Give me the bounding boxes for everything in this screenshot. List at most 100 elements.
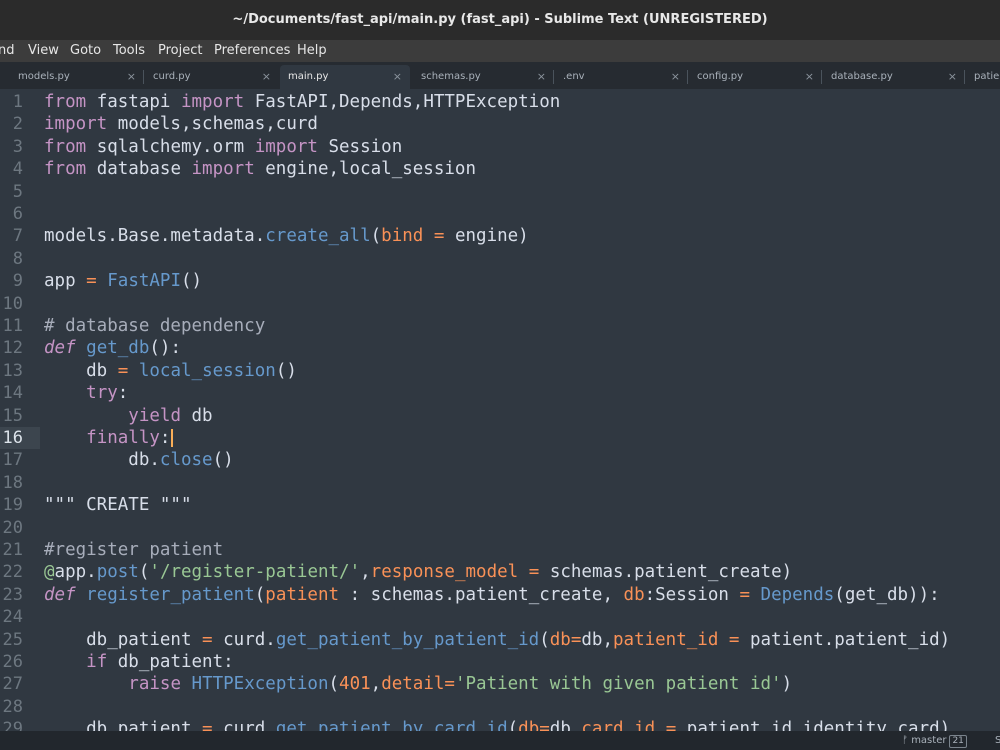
code-text: yield db	[44, 405, 212, 427]
code-token: register_patient	[86, 584, 255, 605]
tab-patient[interactable]: patie	[966, 65, 1000, 89]
code-line[interactable]: 26 if db_patient:	[0, 651, 1000, 673]
code-line[interactable]: 8	[0, 248, 1000, 270]
code-line[interactable]: 29 db_patient = curd.get_patient_by_card…	[0, 718, 1000, 731]
line-gutter: 29	[0, 718, 40, 731]
code-token: =	[444, 674, 455, 695]
git-branch-status[interactable]: ᚠ master 21	[902, 731, 967, 750]
code-line[interactable]: 3 from sqlalchemy.orm import Session	[0, 136, 1000, 158]
menu-preferences[interactable]: Preferences	[214, 40, 290, 62]
code-token: import	[254, 136, 318, 157]
code-line[interactable]: 9 app = FastAPI()	[0, 270, 1000, 292]
code-text: import models,schemas,curd	[44, 113, 318, 135]
code-token: def	[44, 338, 76, 359]
code-line[interactable]: 20	[0, 517, 1000, 539]
code-token: database	[86, 159, 192, 180]
code-token: curd.	[212, 719, 276, 731]
code-token: FastAPI,Depends,HTTPException	[244, 92, 561, 112]
tab-schemas[interactable]: schemas.py ×	[413, 65, 554, 89]
code-line[interactable]: 18	[0, 472, 1000, 494]
tab-close-icon[interactable]: ×	[537, 65, 546, 89]
code-line[interactable]: 16 finally:	[0, 427, 1000, 450]
tab-env[interactable]: .env ×	[555, 65, 688, 89]
code-line[interactable]: 10	[0, 293, 1000, 315]
line-number: 16	[2, 428, 23, 448]
menu-help[interactable]: Help	[297, 40, 327, 62]
line-gutter: 4	[0, 158, 40, 180]
code-line[interactable]: 6	[0, 203, 1000, 225]
code-token: Depends	[760, 584, 835, 605]
menu-view[interactable]: View	[28, 40, 59, 62]
code-token: create_all	[265, 226, 371, 247]
tab-main[interactable]: main.py ×	[280, 65, 410, 89]
code-line[interactable]: 15 yield db	[0, 405, 1000, 427]
code-line[interactable]: 12 def get_db():	[0, 337, 1000, 359]
code-token: local_session	[138, 360, 276, 381]
code-line[interactable]: 24	[0, 606, 1000, 628]
tab-close-icon[interactable]: ×	[805, 65, 814, 89]
tab-database[interactable]: database.py ×	[823, 65, 965, 89]
line-number: 19	[2, 495, 23, 516]
code-line[interactable]: 7 models.Base.metadata.create_all(bind = …	[0, 225, 1000, 247]
tab-divider	[553, 70, 554, 84]
code-line[interactable]: 4 from database import engine,local_sessi…	[0, 158, 1000, 180]
code-line[interactable]: 19 """ CREATE """	[0, 494, 1000, 516]
window-title: ~/Documents/fast_api/main.py (fast_api) …	[0, 0, 1000, 40]
code-line[interactable]: 28	[0, 696, 1000, 718]
tab-curd[interactable]: curd.py ×	[145, 65, 279, 89]
line-gutter: 23	[0, 584, 40, 606]
line-gutter: 14	[0, 382, 40, 404]
code-editor[interactable]: 1 from fastapi import FastAPI,Depends,HTT…	[0, 89, 1000, 731]
tab-label: config.py	[697, 71, 744, 82]
line-number: 22	[2, 562, 23, 583]
tab-close-icon[interactable]: ×	[393, 65, 402, 89]
tab-models[interactable]: models.py ×	[10, 65, 144, 89]
code-line[interactable]: 21 #register patient	[0, 539, 1000, 561]
code-line[interactable]: 17 db.close()	[0, 449, 1000, 471]
code-line[interactable]: 27 raise HTTPException(401,detail='Patie…	[0, 673, 1000, 695]
code-line[interactable]: 14 try:	[0, 382, 1000, 404]
code-line[interactable]: 2 import models,schemas,curd	[0, 113, 1000, 135]
line-gutter: 17	[0, 449, 40, 471]
code-token: bind	[381, 226, 424, 247]
code-token: finally	[86, 428, 160, 448]
code-line[interactable]: 11 # database dependency	[0, 315, 1000, 337]
code-token: patient	[265, 584, 340, 605]
code-line[interactable]: 22 @app.post('/register-patient/',respons…	[0, 561, 1000, 583]
code-token: 401	[339, 674, 371, 695]
code-token: patient_id	[613, 629, 719, 650]
code-token: =	[433, 226, 445, 247]
code-token: (	[328, 674, 340, 695]
code-token: def	[44, 584, 76, 605]
code-line[interactable]: 25 db_patient = curd.get_patient_by_pati…	[0, 629, 1000, 651]
code-line[interactable]: 1 from fastapi import FastAPI,Depends,HTT…	[0, 91, 1000, 113]
code-line[interactable]: 13 db = local_session()	[0, 360, 1000, 382]
tab-config[interactable]: config.py ×	[689, 65, 822, 89]
code-token: =	[86, 271, 97, 292]
tab-close-icon[interactable]: ×	[948, 65, 957, 89]
code-text: db_patient = curd.get_patient_by_patient…	[44, 629, 950, 651]
code-text: #register patient	[44, 539, 223, 561]
menu-find[interactable]: nd	[0, 40, 15, 62]
menu-tools[interactable]: Tools	[113, 40, 145, 62]
tab-close-icon[interactable]: ×	[262, 65, 271, 89]
tab-close-icon[interactable]: ×	[127, 65, 136, 89]
branch-name: master	[911, 735, 947, 746]
tab-label: schemas.py	[421, 71, 481, 82]
menu-goto[interactable]: Goto	[70, 40, 101, 62]
line-number: 6	[12, 204, 23, 224]
code-token: engine,local_session	[254, 159, 476, 180]
menu-project[interactable]: Project	[158, 40, 202, 62]
tab-close-icon[interactable]: ×	[671, 65, 680, 89]
code-text: from database import engine,local_sessio…	[44, 158, 476, 180]
code-line[interactable]: 23 def register_patient(patient : schemas…	[0, 584, 1000, 606]
code-text: app = FastAPI()	[44, 270, 202, 292]
code-token: (	[539, 629, 550, 650]
code-line[interactable]: 5	[0, 181, 1000, 203]
